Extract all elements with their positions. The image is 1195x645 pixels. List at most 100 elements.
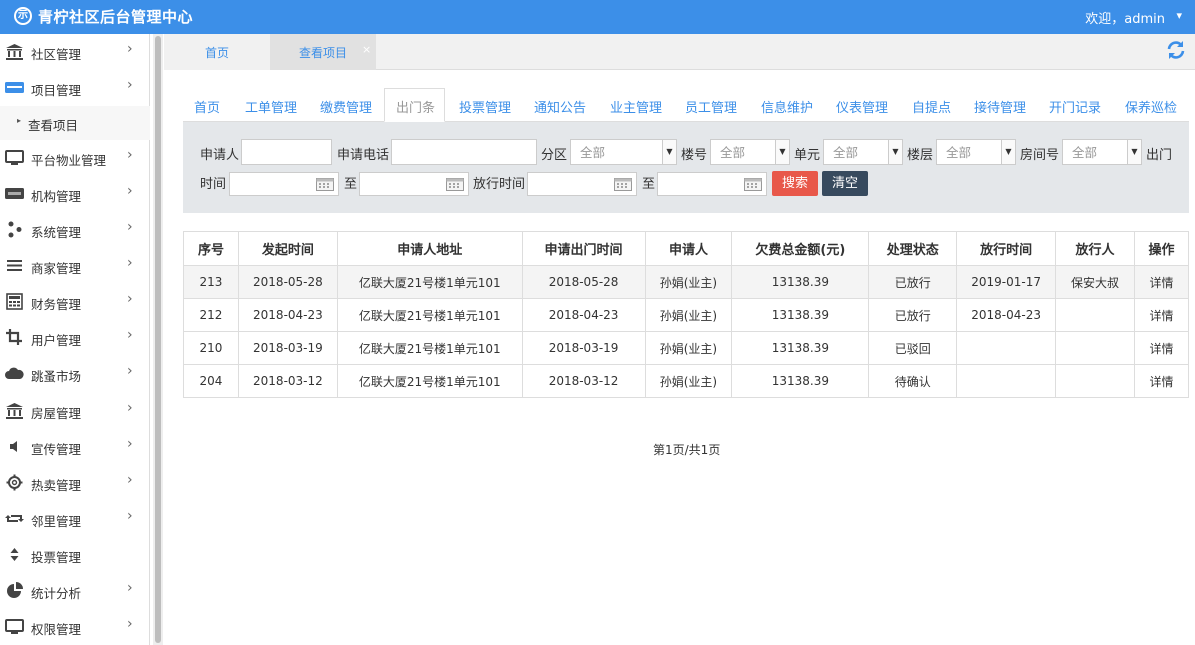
column-header: 申请人地址 (336, 231, 523, 266)
unit-select[interactable]: 全部 ▼ (823, 139, 903, 165)
table-cell: 孙娟(业主) (644, 364, 733, 398)
tab-home[interactable]: 首页 (164, 34, 270, 70)
unit-label: 单元 (794, 148, 821, 163)
calendar-icon[interactable] (744, 178, 762, 191)
out-time-end-input[interactable] (359, 172, 469, 196)
sidebar-item-label: 房屋管理 (31, 406, 82, 421)
sidebar-item-finance[interactable]: 财务管理 › (0, 284, 150, 320)
sidebar-item-project[interactable]: 项目管理 › (0, 70, 150, 106)
table-cell: 亿联大厦21号楼1单元101 (336, 331, 523, 365)
scrollbar-thumb[interactable] (155, 36, 161, 643)
column-header: 放行人 (1055, 231, 1135, 266)
out-time-start-input[interactable] (229, 172, 339, 196)
module-tab-meter[interactable]: 仪表管理 (836, 97, 888, 116)
calendar-icon[interactable] (614, 178, 632, 191)
pagination-info: 第1页/共1页 (653, 443, 721, 457)
sidebar-item-stats[interactable]: 统计分析 › (0, 573, 150, 609)
sidebar-subitem-view-project[interactable]: ▸ 查看项目 (0, 106, 150, 140)
tab-strip: 首页 查看项目 × (164, 34, 1195, 70)
module-tab-home[interactable]: 首页 (194, 97, 220, 116)
chevron-right-icon: › (127, 580, 133, 596)
phone-input[interactable] (391, 139, 537, 165)
building-select[interactable]: 全部 ▼ (710, 139, 790, 165)
release-time-start-input[interactable] (527, 172, 637, 196)
sidebar-item-hot[interactable]: 热卖管理 › (0, 465, 150, 501)
user-menu[interactable]: 欢迎，admin (1085, 8, 1165, 27)
table-cell: 213 (183, 265, 239, 299)
module-tab-info[interactable]: 信息维护 (761, 97, 813, 116)
table-cell: 亿联大厦21号楼1单元101 (336, 298, 523, 332)
table-cell (1055, 364, 1135, 398)
sidebar-item-label: 商家管理 (31, 261, 82, 276)
sidebar-item-user[interactable]: 用户管理 › (0, 320, 150, 356)
table-cell: 2018-03-12 (237, 364, 338, 398)
table-cell (956, 364, 1057, 398)
sort-icon (10, 548, 19, 561)
module-tab-owner[interactable]: 业主管理 (610, 97, 662, 116)
close-icon[interactable]: × (362, 43, 371, 56)
sidebar-item-system[interactable]: 系统管理 › (0, 212, 150, 248)
room-select[interactable]: 全部 ▼ (1062, 139, 1142, 165)
table-cell: 孙娟(业主) (644, 298, 733, 332)
refresh-icon[interactable] (1166, 40, 1186, 60)
sidebar-item-merchant[interactable]: 商家管理 › (0, 248, 150, 284)
release-time-label: 放行时间 (473, 177, 526, 192)
module-tab-staff[interactable]: 员工管理 (685, 97, 737, 116)
applicant-input[interactable] (241, 139, 332, 165)
module-tab-payment[interactable]: 缴费管理 (320, 97, 372, 116)
floor-select[interactable]: 全部 ▼ (936, 139, 1016, 165)
sidebar-item-community[interactable]: 社区管理 › (0, 34, 150, 70)
detail-link[interactable]: 详情 (1133, 265, 1190, 299)
chevron-right-icon: › (127, 400, 133, 416)
clear-button[interactable]: 清空 (822, 171, 868, 196)
sidebar-item-vote[interactable]: 投票管理 (0, 537, 150, 573)
table-row: 213 2018-05-28 亿联大厦21号楼1单元101 2018-05-28… (183, 265, 1190, 299)
table-cell: 210 (183, 331, 239, 365)
table-cell: 2018-03-19 (521, 331, 646, 365)
sidebar-item-publicity[interactable]: 宣传管理 › (0, 429, 150, 465)
table-cell (1055, 331, 1135, 365)
search-panel (183, 122, 1189, 213)
module-tab-workorder[interactable]: 工单管理 (245, 97, 297, 116)
zone-value: 全部 (580, 145, 606, 160)
sidebar-item-market[interactable]: 跳蚤市场 › (0, 356, 150, 392)
chevron-right-icon: › (127, 77, 133, 93)
chevron-right-icon: › (127, 436, 133, 452)
sidebar-item-neighbor[interactable]: 邻里管理 › (0, 501, 150, 537)
module-tab-exit-pass[interactable]: 出门条 (396, 97, 435, 116)
sidebar-item-org[interactable]: 机构管理 › (0, 176, 150, 212)
module-tab-reception[interactable]: 接待管理 (974, 97, 1026, 116)
table-cell: 孙娟(业主) (644, 331, 733, 365)
tab-view-project[interactable]: 查看项目 (270, 34, 376, 70)
sidebar-item-label: 项目管理 (31, 83, 82, 98)
gear-icon (6, 474, 23, 491)
table-row: 204 2018-03-12 亿联大厦21号楼1单元101 2018-03-12… (183, 364, 1190, 398)
detail-link[interactable]: 详情 (1133, 331, 1190, 365)
monitor-icon (5, 619, 24, 634)
module-tab-notice[interactable]: 通知公告 (534, 97, 586, 116)
sidebar-item-property[interactable]: 平台物业管理 › (0, 140, 150, 176)
caret-down-icon[interactable]: ▾ (1176, 9, 1182, 22)
detail-link[interactable]: 详情 (1133, 298, 1190, 332)
calendar-icon[interactable] (316, 178, 334, 191)
table-cell: 已放行 (868, 298, 958, 332)
module-tab-door-log[interactable]: 开门记录 (1049, 97, 1101, 116)
detail-link[interactable]: 详情 (1133, 364, 1190, 398)
module-tab-pickup[interactable]: 自提点 (912, 97, 951, 116)
search-button[interactable]: 搜索 (772, 171, 818, 196)
sidebar-item-permission[interactable]: 权限管理 › (0, 609, 150, 645)
table-cell: 2018-05-28 (521, 265, 646, 299)
out-time-label-2: 时间 (200, 177, 227, 192)
chevron-right-icon: › (127, 41, 133, 57)
sidebar-item-house[interactable]: 房屋管理 › (0, 393, 150, 429)
release-time-end-input[interactable] (657, 172, 767, 196)
module-tab-maintenance[interactable]: 保养巡检 (1125, 97, 1177, 116)
column-header: 放行时间 (956, 231, 1057, 266)
exit-pass-table: 序号 发起时间 申请人地址 申请出门时间 申请人 欠费总金额(元) 处理状态 放… (183, 231, 1190, 398)
to-label: 至 (344, 177, 358, 192)
zone-select[interactable]: 全部 ▼ (570, 139, 677, 165)
module-tab-vote[interactable]: 投票管理 (459, 97, 511, 116)
calendar-icon[interactable] (446, 178, 464, 191)
sidebar-item-label: 社区管理 (31, 47, 82, 62)
column-header: 申请出门时间 (521, 231, 646, 266)
